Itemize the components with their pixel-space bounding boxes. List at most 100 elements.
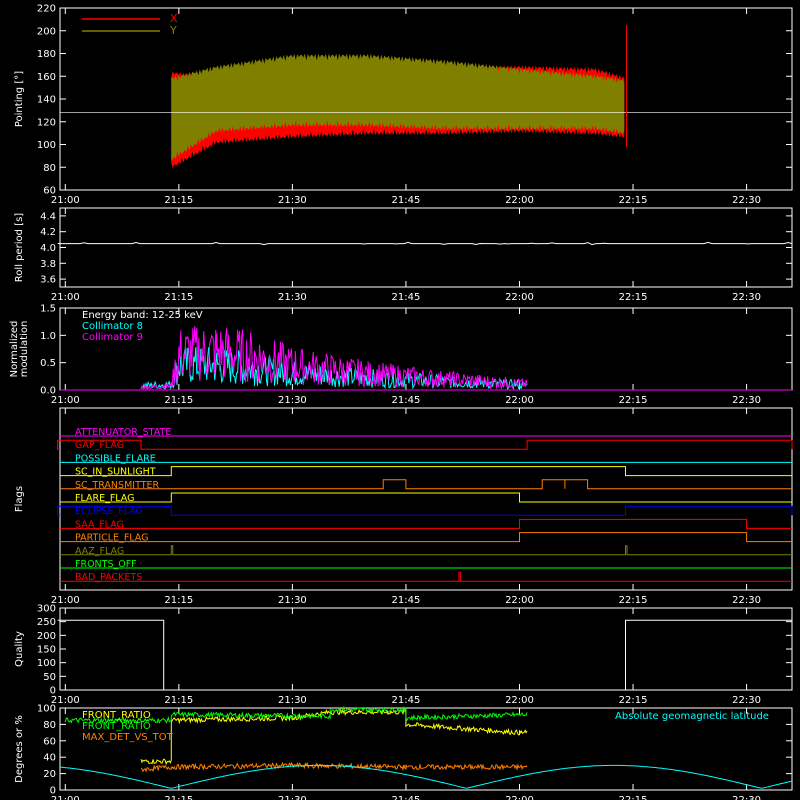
y-tick-label: 1.0 xyxy=(40,331,56,342)
x-tick-label: 21:45 xyxy=(392,195,421,206)
y-axis-label-line: modulation xyxy=(19,321,30,378)
panel-pointing: 21:00 21:15 21:30 21:45 22:00 22:15 22:30 Point… xyxy=(14,4,793,206)
x-tick-label: 21:30 xyxy=(278,795,307,800)
y-tick-label: 4.0 xyxy=(40,243,56,254)
legend-label: Y xyxy=(169,24,177,37)
x-tick-label: 21:30 xyxy=(278,292,307,303)
y-tick-label: 4.4 xyxy=(40,211,56,222)
series-max-det-vs-tot xyxy=(140,761,528,773)
series- xyxy=(57,619,792,691)
x-tick-label: 22:30 xyxy=(732,395,761,406)
x-tick-label: 21:15 xyxy=(164,195,193,206)
y-tick-label: 60 xyxy=(43,186,56,197)
y-tick-label: 3.6 xyxy=(40,275,56,286)
y-tick-label: 200 xyxy=(37,631,56,642)
panel-roll: 21:00 21:15 21:30 21:45 22:00 22:15 22:30 Roll … xyxy=(14,207,793,303)
y-axis-label: Degrees or % xyxy=(14,715,25,783)
x-tick-label: 21:30 xyxy=(278,195,307,206)
panel-ratios: 21:0021:1521:3021:4522:0022:1522:30Degre… xyxy=(14,704,793,800)
y-tick-label: 140 xyxy=(37,95,56,106)
legend-label: FRONT_RATIO xyxy=(82,710,151,721)
legend-label: MAX_DET_VS_TOT xyxy=(82,732,174,743)
x-tick-label: 22:00 xyxy=(505,595,534,606)
x-tick-label: 21:30 xyxy=(278,395,307,406)
x-tick-label: 21:45 xyxy=(392,395,421,406)
flag-label: SC_IN_SUNLIGHT xyxy=(75,467,156,478)
y-tick-label: 1.5 xyxy=(40,304,56,315)
flag-label: FRONTS_OFF xyxy=(75,559,137,570)
flag-label: BAD_PACKETS xyxy=(75,572,142,583)
x-tick-label: 21:15 xyxy=(164,395,193,406)
flag-trace-gap_flag xyxy=(57,439,793,450)
y-tick-label: 160 xyxy=(37,72,56,83)
y-tick-label: 60 xyxy=(43,736,56,747)
y-axis-label: Normalizedmodulation xyxy=(9,321,30,378)
x-tick-label: 21:00 xyxy=(51,195,80,206)
x-tick-label: 21:15 xyxy=(164,795,193,800)
x-tick-label: 21:15 xyxy=(164,595,193,606)
flag-trace-flare_flag xyxy=(60,492,792,503)
x-tick-label: 22:15 xyxy=(619,595,648,606)
flag-label: SC_TRANSMITTER xyxy=(75,480,160,491)
x-tick-label: 21:30 xyxy=(278,595,307,606)
x-tick-label: 21:30 xyxy=(278,695,307,706)
flag-trace-particle_flag xyxy=(60,532,792,543)
flag-trace-eclipse_flag xyxy=(57,505,793,516)
y-tick-label: 100 xyxy=(37,658,56,669)
x-tick-label: 21:15 xyxy=(164,695,193,706)
x-tick-label: 22:15 xyxy=(619,695,648,706)
flag-label: GAP_FLAG xyxy=(75,440,124,451)
flag-label: ECLIPSE_FLAG xyxy=(75,506,143,517)
y-tick-label: 0.5 xyxy=(40,358,56,369)
panel-frame xyxy=(59,207,793,288)
panel-modulation: 21:00 21:15 21:30 21:45 22:00 22:15 22:30 Norma… xyxy=(9,304,793,406)
legend-label: Absolute geomagnetic latitude xyxy=(615,711,769,722)
y-tick-label: 40 xyxy=(43,753,56,764)
x-tick-label: 21:15 xyxy=(164,292,193,303)
x-tick-label: 22:30 xyxy=(732,595,761,606)
flag-label: POSSIBLE_FLARE xyxy=(75,453,156,464)
y-tick-label: 250 xyxy=(37,617,56,628)
x-tick-label: 22:15 xyxy=(619,795,648,800)
flag-label: ATTENUATOR_STATE xyxy=(75,427,171,438)
legend-label: Collimator 8 xyxy=(82,321,143,332)
x-tick-label: 22:00 xyxy=(505,395,534,406)
x-tick-label: 22:15 xyxy=(619,395,648,406)
x-tick-label: 21:45 xyxy=(392,795,421,800)
y-tick-label: 0.0 xyxy=(40,386,56,397)
flag-label: FLARE_FLAG xyxy=(75,493,135,504)
x-tick-label: 22:30 xyxy=(732,795,761,800)
y-axis-label: Pointing [°] xyxy=(14,71,25,127)
x-tick-label: 21:00 xyxy=(51,292,80,303)
y-tick-label: 3.8 xyxy=(40,259,56,270)
y-tick-label: 200 xyxy=(37,26,56,37)
x-tick-label: 22:30 xyxy=(732,292,761,303)
y-tick-label: 4.2 xyxy=(40,227,56,238)
y-axis-label: Quality xyxy=(14,631,25,667)
y-tick-label: 0 xyxy=(50,786,56,797)
flag-trace-saa_flag xyxy=(60,518,792,529)
y-tick-label: 80 xyxy=(43,720,56,731)
legend-label: Energy band: 12-25 keV xyxy=(82,310,203,321)
panel-flags: 21:00 21:15 21:30 21:45 22:00 22:15 22:30Flags… xyxy=(14,407,793,606)
x-tick-label: 22:00 xyxy=(505,292,534,303)
flag-label: SAA_FLAG xyxy=(75,519,124,530)
y-tick-label: 50 xyxy=(43,672,56,683)
y-tick-label: 120 xyxy=(37,117,56,128)
panel-quality: 21:00 21:15 21:30 21:45 22:00 22:15 22:30Quali… xyxy=(14,604,793,706)
y-tick-label: 100 xyxy=(37,704,56,715)
x-tick-label: 22:30 xyxy=(732,695,761,706)
y-axis-label: Flags xyxy=(14,486,25,512)
legend-label: Collimator 9 xyxy=(82,332,143,343)
x-tick-label: 22:00 xyxy=(505,195,534,206)
flag-trace-aaz_flag xyxy=(60,545,792,556)
x-tick-label: 22:30 xyxy=(732,195,761,206)
y-tick-label: 150 xyxy=(37,645,56,656)
x-tick-label: 22:15 xyxy=(619,195,648,206)
y-tick-label: 180 xyxy=(37,49,56,60)
y-tick-label: 20 xyxy=(43,769,56,780)
figure: 21:00 21:15 21:30 21:45 22:00 22:15 22:30 Point… xyxy=(9,4,793,800)
y-tick-label: 0 xyxy=(50,686,56,697)
flag-label: PARTICLE_FLAG xyxy=(75,533,148,544)
y-tick-label: 80 xyxy=(43,163,56,174)
